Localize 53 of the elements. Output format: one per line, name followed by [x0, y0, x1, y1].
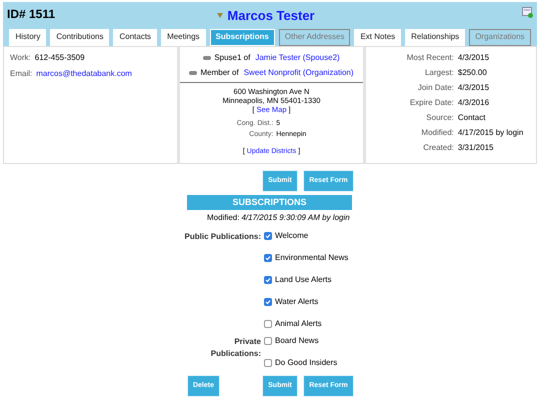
tab[interactable]: Contacts: [113, 28, 158, 46]
checkbox[interactable]: [264, 358, 272, 366]
checkbox-label: Animal Alerts: [275, 318, 322, 330]
checkbox-label: Land Use Alerts: [275, 274, 332, 286]
stat-label: Created:: [422, 142, 454, 154]
checkbox[interactable]: [264, 298, 272, 306]
group-label: Private Publications:: [210, 337, 261, 358]
checkbox[interactable]: [264, 320, 272, 328]
stat-label: Expire Date:: [408, 97, 454, 109]
relation-link[interactable]: Jamie Tester (Spouse2): [255, 52, 340, 64]
stat-value: 4/3/2015: [458, 82, 490, 94]
section-title-bar: SUBSCRIPTIONS: [187, 195, 352, 210]
record-id: ID# 1511: [6, 6, 56, 23]
tab[interactable]: Contributions: [50, 28, 110, 46]
stat-value: 4/3/2016: [458, 97, 490, 109]
link-icon: [203, 56, 212, 60]
stat-label: Largest:: [424, 67, 454, 79]
triangle-icon: [217, 13, 224, 18]
group-label: Public Publications:: [184, 232, 261, 241]
checkbox[interactable]: [264, 276, 272, 284]
checkbox-label: Environmental News: [275, 252, 348, 264]
link-icon: [189, 71, 198, 75]
tab[interactable]: History: [9, 28, 46, 46]
stat-value: 4/3/2015: [458, 52, 490, 64]
stat-label: Join Date:: [416, 82, 454, 94]
relation-label: Spuse1 of: [214, 52, 250, 64]
add-card-icon[interactable]: [522, 7, 533, 18]
checkbox-label: Welcome: [275, 230, 308, 242]
modified-value: 4/17/2015 9:30:09 AM by login: [241, 213, 350, 222]
relation-link[interactable]: Sweet Nonprofit (Organization): [244, 67, 354, 79]
stat-label: Modified:: [420, 127, 454, 139]
checkbox[interactable]: [264, 254, 272, 262]
email-link[interactable]: marcos@thedatabank.com: [36, 68, 132, 80]
field-label: Email:: [10, 68, 32, 80]
field-label: Work:: [10, 52, 31, 64]
modified-label: Modified:: [207, 213, 240, 222]
stat-value: Contact: [458, 112, 486, 124]
stat-value: 4/17/2015 by login: [458, 127, 524, 139]
checkbox[interactable]: [264, 336, 272, 344]
relation-label: Member of: [200, 67, 239, 79]
tab[interactable]: Meetings: [161, 28, 206, 46]
stat-value: 3/31/2015: [458, 142, 494, 154]
stat-label: Most Recent:: [406, 52, 454, 64]
contact-name-link[interactable]: Marcos Tester: [227, 6, 375, 26]
tab[interactable]: Ext Notes: [354, 28, 402, 46]
checkbox-label: Board News: [275, 334, 319, 346]
field-value: 612-455-3509: [34, 52, 85, 64]
stat-value: $250.00: [458, 67, 488, 79]
stat-label: Source:: [425, 112, 454, 124]
checkbox[interactable]: [264, 232, 272, 240]
checkbox-label: Do Good Insiders: [275, 356, 338, 368]
checkbox-label: Water Alerts: [275, 296, 318, 308]
tab[interactable]: Relationships: [405, 28, 466, 46]
